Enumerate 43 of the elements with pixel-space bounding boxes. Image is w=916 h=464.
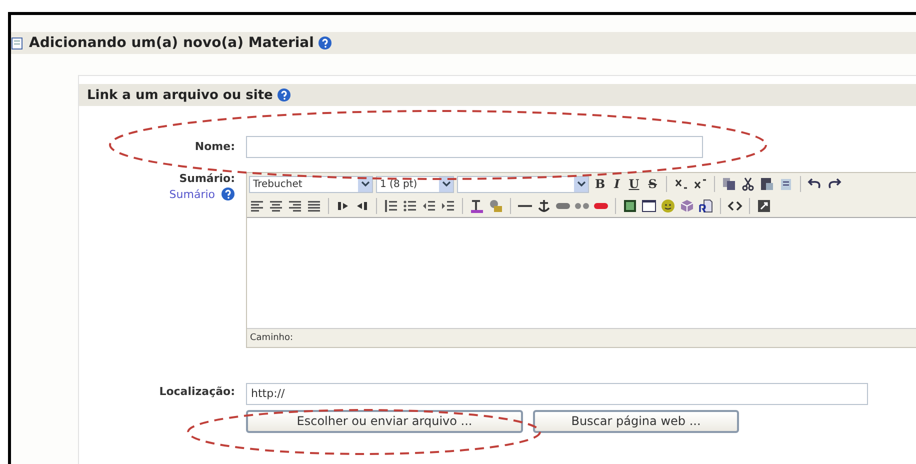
- help-icon[interactable]: [221, 187, 235, 201]
- cube-icon[interactable]: [679, 198, 695, 214]
- field-label: Nome:: [194, 140, 235, 153]
- numbered-list-icon[interactable]: [383, 198, 399, 214]
- copy-icon[interactable]: [720, 176, 737, 192]
- name-input[interactable]: [246, 136, 703, 158]
- justify-icon[interactable]: [306, 198, 322, 214]
- format-button[interactable]: S: [645, 177, 660, 191]
- choose-file-button[interactable]: Escolher ou enviar arquivo ...: [246, 410, 523, 432]
- cut-icon[interactable]: [740, 176, 756, 192]
- align-right-icon[interactable]: [287, 198, 303, 214]
- page-title: Adicionando um(a) novo(a) Material: [29, 35, 314, 51]
- align-left-icon[interactable]: [249, 198, 265, 214]
- bullet-list-icon[interactable]: [402, 198, 418, 214]
- format-button[interactable]: U: [626, 177, 642, 191]
- format-button[interactable]: B: [592, 177, 608, 191]
- dropdown[interactable]: Trebuchet: [249, 176, 373, 192]
- location-input[interactable]: http://: [246, 382, 868, 404]
- caret-icon: [360, 181, 370, 187]
- document-r-icon[interactable]: [698, 198, 714, 214]
- help-icon[interactable]: [276, 88, 291, 102]
- smiley-icon[interactable]: [660, 198, 676, 214]
- dropdown[interactable]: [457, 176, 589, 192]
- image-icon[interactable]: [622, 198, 638, 214]
- anchor-icon[interactable]: [536, 198, 552, 214]
- section-title: Link a um arquivo ou site: [87, 88, 273, 102]
- format-button[interactable]: I: [611, 177, 623, 191]
- dropdown[interactable]: 1 (8 pt): [376, 176, 454, 192]
- path-label: Caminho:: [249, 332, 294, 345]
- highlight-color-icon[interactable]: [488, 198, 504, 214]
- field-label: Sumário:: [179, 172, 235, 185]
- caret-icon: [442, 181, 450, 187]
- help-link[interactable]: Sumário: [169, 188, 215, 200]
- search-web-button[interactable]: Buscar página web ...: [533, 410, 739, 432]
- align-center-icon[interactable]: [268, 198, 284, 214]
- paste-icon[interactable]: [758, 176, 775, 192]
- text-color-icon[interactable]: [469, 198, 485, 214]
- help-icon[interactable]: [318, 36, 332, 50]
- caret-icon: [576, 181, 586, 187]
- document-icon: [11, 36, 25, 50]
- fullscreen-icon[interactable]: [756, 198, 772, 214]
- field-label: Localização:: [159, 385, 235, 398]
- table-icon[interactable]: [641, 198, 657, 214]
